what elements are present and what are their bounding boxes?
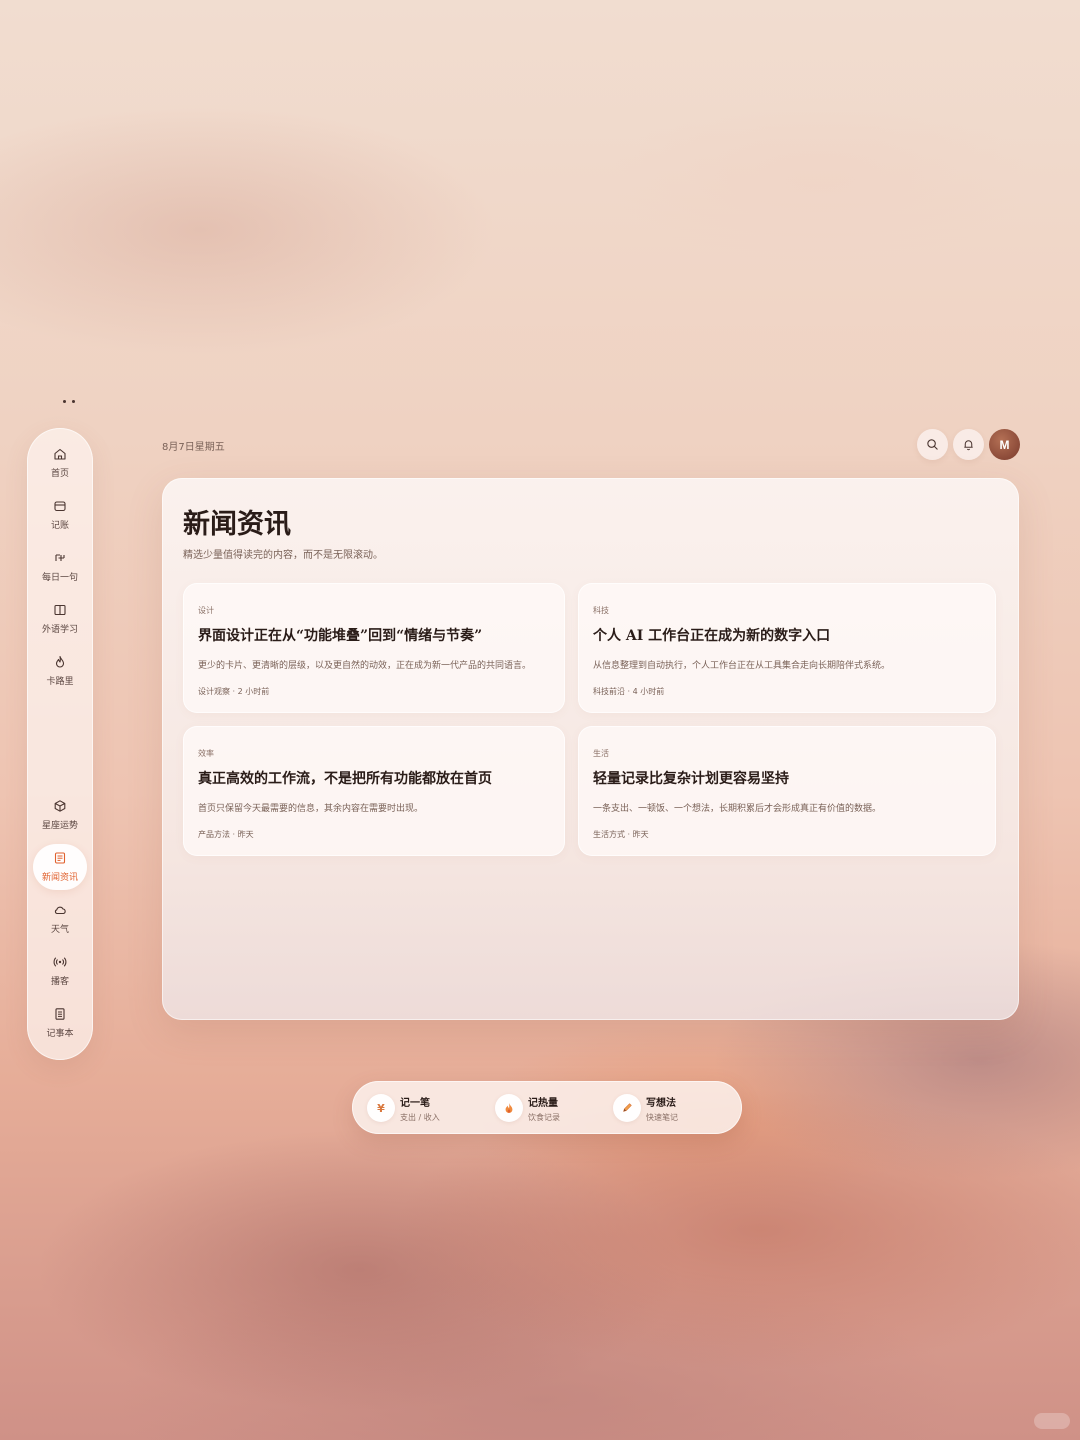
sidebar-item-weather[interactable]: 天气: [33, 896, 87, 942]
news-category: 生活: [593, 749, 609, 758]
bell-icon: [964, 440, 973, 451]
sidebar-item-label: 记账: [50, 521, 69, 531]
sidebar: 首页 记账 每日一句 外语学习 卡路里 星座运势 新闻资讯 天气 播客 记事本: [27, 428, 93, 1060]
pencil-icon: [613, 1094, 641, 1122]
sidebar-item-label: 天气: [50, 925, 69, 935]
sidebar-item-label: 新闻资讯: [41, 873, 78, 883]
sidebar-item-podcast[interactable]: 播客: [33, 948, 87, 994]
quick-action-subtitle: 支出 / 收入: [400, 1112, 440, 1122]
news-category: 效率: [198, 749, 214, 758]
flame-icon: [55, 655, 65, 668]
news-meta: 科技前沿 · 4 小时前: [593, 687, 665, 696]
news-title: 轻量记录比复杂计划更容易坚持: [593, 771, 789, 787]
date-label: 8月7日星期五: [162, 442, 225, 453]
news-summary: 首页只保留今天最需要的信息，其余内容在需要时出现。: [198, 804, 424, 814]
quick-action-bar: ¥ 记一笔 支出 / 收入 记热量 饮食记录 写想法 快速笔记: [352, 1081, 742, 1134]
news-meta: 生活方式 · 昨天: [593, 830, 649, 839]
news-meta: 产品方法 · 昨天: [198, 830, 254, 839]
news-category: 科技: [593, 606, 609, 615]
sidebar-item-home[interactable]: 首页: [33, 440, 87, 486]
notepad-icon: [55, 1008, 65, 1020]
sidebar-item-horoscope[interactable]: 星座运势: [33, 792, 87, 838]
news-summary: 一条支出、一顿饭、一个想法，长期积累后才会形成真正有价值的数据。: [593, 804, 882, 814]
sidebar-item-label: 卡路里: [46, 677, 74, 687]
news-summary: 更少的卡片、更清晰的层级，以及更自然的动效，正在成为新一代产品的共同语言。: [198, 661, 532, 671]
flame-icon: [495, 1094, 523, 1122]
news-meta: 设计观察 · 2 小时前: [198, 687, 270, 696]
sidebar-item-label: 每日一句: [41, 573, 78, 583]
quick-action-title: 记一笔: [400, 1097, 430, 1109]
search-icon: [927, 439, 938, 450]
wallet-icon: [54, 501, 66, 512]
sidebar-item-label: 播客: [50, 977, 69, 987]
quote-icon: [55, 554, 65, 561]
news-icon: [54, 852, 66, 864]
broadcast-icon: [53, 957, 67, 967]
window-dots: [63, 400, 75, 403]
watermark: [1034, 1413, 1070, 1429]
quick-add-expense-button[interactable]: ¥ 记一笔 支出 / 收入: [367, 1090, 440, 1126]
search-button[interactable]: [917, 429, 948, 460]
news-panel: 新闻资讯 精选少量值得读完的内容，而不是无限滚动。 设计 界面设计正在从“功能堆…: [162, 478, 1019, 1020]
page-title: 新闻资讯: [183, 509, 291, 540]
star-badge-icon: [54, 800, 66, 812]
news-title: 真正高效的工作流，不是把所有功能都放在首页: [198, 771, 492, 787]
news-card[interactable]: 科技 个人 AI 工作台正在成为新的数字入口 从信息整理到自动执行，个人工作台正…: [578, 583, 996, 713]
sidebar-item-daily-quote[interactable]: 每日一句: [33, 544, 87, 590]
quick-action-title: 记热量: [528, 1097, 558, 1109]
news-category: 设计: [198, 606, 214, 615]
avatar[interactable]: M: [989, 429, 1020, 460]
quick-action-subtitle: 快速笔记: [646, 1112, 678, 1122]
yen-icon: ¥: [367, 1094, 395, 1122]
sidebar-item-label: 星座运势: [41, 821, 78, 831]
quick-action-title: 写想法: [646, 1097, 676, 1109]
sidebar-item-label: 记事本: [46, 1029, 74, 1039]
sidebar-item-notepad[interactable]: 记事本: [33, 1000, 87, 1046]
book-icon: [54, 604, 66, 616]
news-card[interactable]: 设计 界面设计正在从“功能堆叠”回到“情绪与节奏” 更少的卡片、更清晰的层级，以…: [183, 583, 565, 713]
sidebar-item-calories[interactable]: 卡路里: [33, 648, 87, 694]
sidebar-item-label: 外语学习: [41, 625, 78, 635]
sidebar-item-ledger[interactable]: 记账: [33, 492, 87, 538]
quick-add-calories-button[interactable]: 记热量 饮食记录: [495, 1090, 560, 1126]
sidebar-item-news[interactable]: 新闻资讯: [33, 844, 87, 890]
sidebar-item-language[interactable]: 外语学习: [33, 596, 87, 642]
news-title: 个人 AI 工作台正在成为新的数字入口: [593, 628, 831, 644]
page-subtitle: 精选少量值得读完的内容，而不是无限滚动。: [183, 550, 383, 561]
news-summary: 从信息整理到自动执行，个人工作台正在从工具集合走向长期陪伴式系统。: [593, 661, 891, 671]
quick-write-note-button[interactable]: 写想法 快速笔记: [613, 1090, 678, 1126]
news-card[interactable]: 生活 轻量记录比复杂计划更容易坚持 一条支出、一顿饭、一个想法，长期积累后才会形…: [578, 726, 996, 856]
home-icon: [54, 448, 66, 460]
cloud-icon: [54, 906, 66, 915]
notifications-button[interactable]: [953, 429, 984, 460]
news-title: 界面设计正在从“功能堆叠”回到“情绪与节奏”: [198, 628, 483, 644]
news-card[interactable]: 效率 真正高效的工作流，不是把所有功能都放在首页 首页只保留今天最需要的信息，其…: [183, 726, 565, 856]
quick-action-subtitle: 饮食记录: [528, 1112, 560, 1122]
sidebar-item-label: 首页: [50, 469, 69, 479]
